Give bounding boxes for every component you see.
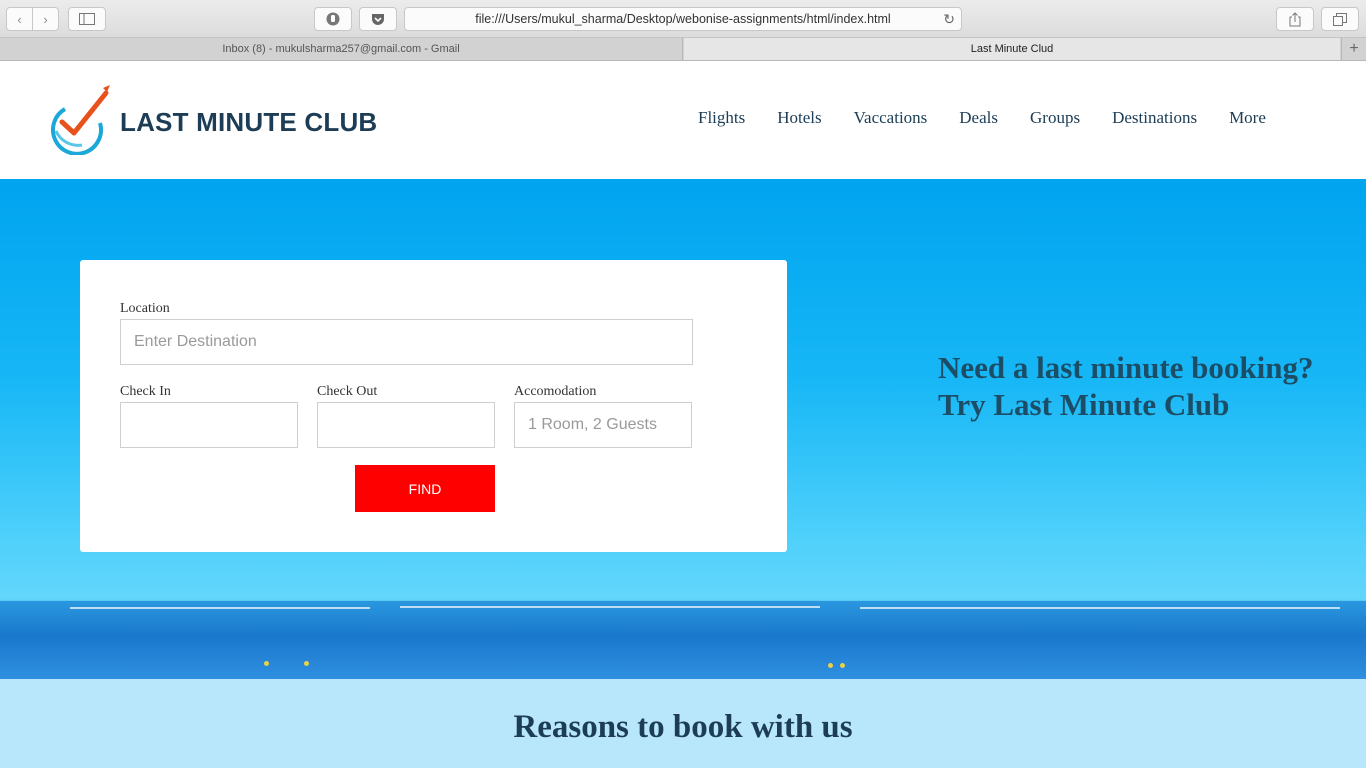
tagline-line-2: Try Last Minute Club <box>938 387 1230 422</box>
share-icon <box>1289 11 1301 26</box>
hand-shield-icon <box>326 12 340 26</box>
find-button[interactable]: FIND <box>355 465 495 512</box>
nav-flights[interactable]: Flights <box>698 108 745 128</box>
sea-background <box>0 601 1366 679</box>
site-header: LAST MINUTE CLUB Flights Hotels Vaccatio… <box>0 61 1366 179</box>
chevron-left-icon: ‹ <box>17 11 22 27</box>
nav-deals[interactable]: Deals <box>959 108 998 128</box>
checkin-label: Check In <box>120 384 171 399</box>
address-bar[interactable]: file:///Users/mukul_sharma/Desktop/webon… <box>404 7 962 31</box>
brand-name[interactable]: LAST MINUTE CLUB <box>120 107 377 138</box>
nav-groups[interactable]: Groups <box>1030 108 1080 128</box>
nav-destinations[interactable]: Destinations <box>1112 108 1197 128</box>
show-tabs-button[interactable] <box>1321 7 1359 31</box>
tab-label: Last Minute Clud <box>970 43 1054 55</box>
forward-button[interactable]: › <box>32 7 59 31</box>
chevron-right-icon: › <box>43 11 48 27</box>
tab-label: Inbox (8) - mukulsharma257@gmail.com - G… <box>222 43 460 55</box>
share-button[interactable] <box>1276 7 1314 31</box>
tab-last-minute-club[interactable]: Last Minute Clud <box>684 38 1340 60</box>
hero-tagline: Need a last minute booking? Try Last Min… <box>938 349 1313 423</box>
hero-banner: Location Check In Check Out Accomodation… <box>0 179 1366 679</box>
reasons-section: Reasons to book with us <box>0 679 1366 768</box>
checkout-label: Check Out <box>317 384 378 399</box>
tabs-overview-icon <box>1333 12 1347 26</box>
tab-gmail[interactable]: Inbox (8) - mukulsharma257@gmail.com - G… <box>0 38 683 60</box>
plus-icon: + <box>1349 40 1359 57</box>
url-text: file:///Users/mukul_sharma/Desktop/webon… <box>475 12 891 26</box>
nav-more[interactable]: More <box>1229 108 1266 128</box>
tab-bar: Inbox (8) - mukulsharma257@gmail.com - G… <box>0 38 1366 61</box>
sidebar-toggle-button[interactable] <box>68 7 106 31</box>
checkout-input[interactable] <box>317 402 495 448</box>
location-input[interactable] <box>120 319 693 365</box>
privacy-extension-button[interactable] <box>314 7 352 31</box>
browser-toolbar: ‹ › file:///Users/mukul_sharma/Desktop/w… <box>0 0 1366 38</box>
nav-hotels[interactable]: Hotels <box>777 108 821 128</box>
back-button[interactable]: ‹ <box>6 7 33 31</box>
main-nav: Flights Hotels Vaccations Deals Groups D… <box>698 108 1298 128</box>
checkin-input[interactable] <box>120 402 298 448</box>
reload-icon[interactable]: ↻ <box>943 11 955 28</box>
location-label: Location <box>120 301 170 316</box>
nav-vaccations[interactable]: Vaccations <box>854 108 928 128</box>
logo-icon[interactable] <box>48 83 114 155</box>
tagline-line-1: Need a last minute booking? <box>938 350 1314 385</box>
new-tab-button[interactable]: + <box>1341 38 1366 60</box>
reasons-title: Reasons to book with us <box>513 709 853 745</box>
pocket-icon <box>372 13 384 25</box>
sidebar-icon <box>79 13 95 25</box>
accomodation-input[interactable] <box>514 402 692 448</box>
pocket-button[interactable] <box>359 7 397 31</box>
accomodation-label: Accomodation <box>514 384 597 399</box>
search-form: Location Check In Check Out Accomodation… <box>80 260 787 552</box>
